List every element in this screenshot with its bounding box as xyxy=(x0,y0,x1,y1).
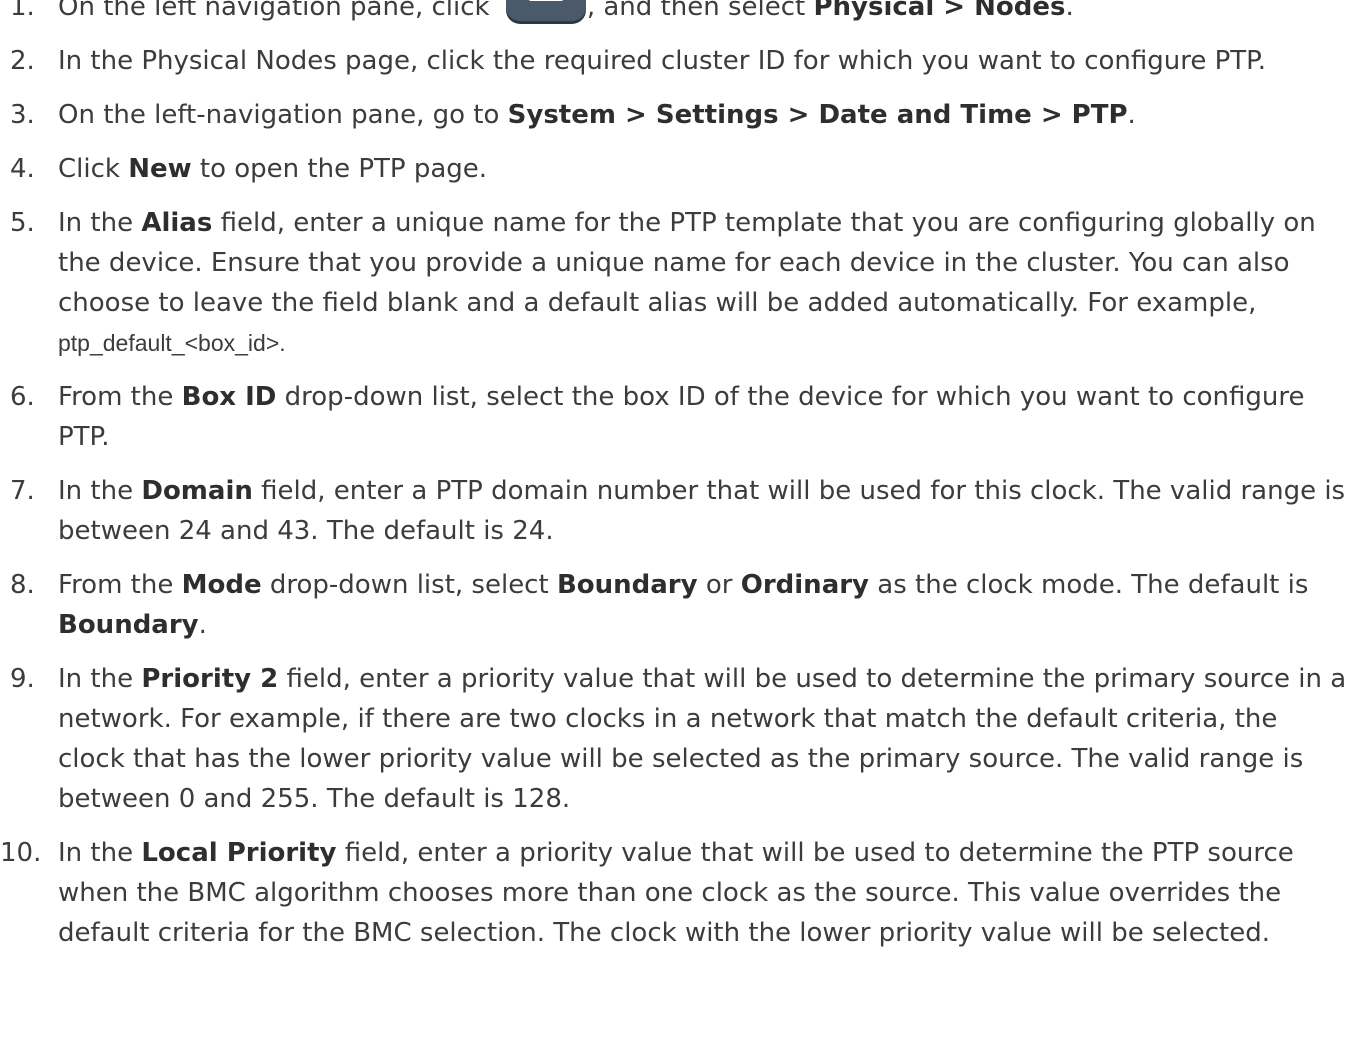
step-number: 8. xyxy=(10,570,35,600)
step-text: Click xyxy=(58,154,129,184)
step-10: 10. In the Local Priority field, enter a… xyxy=(0,833,1357,953)
step-number: 9. xyxy=(10,664,35,694)
ui-path: Physical > Nodes xyxy=(813,0,1066,22)
step-1: 1. On the left navigation pane, click , … xyxy=(0,0,1357,27)
step-8: 8. From the Mode drop-down list, select … xyxy=(0,565,1357,645)
step-text: to open the PTP page. xyxy=(191,154,488,184)
step-text: field, enter a unique name for the PTP t… xyxy=(58,208,1316,318)
step-5: 5. In the Alias field, enter a unique na… xyxy=(0,203,1357,363)
example-value: ptp_default_<box_id>. xyxy=(58,330,286,356)
icon-glyph xyxy=(527,0,564,1)
ui-field-name: Mode xyxy=(181,570,262,600)
ui-field-name: Alias xyxy=(141,208,213,238)
step-text: In the Physical Nodes page, click the re… xyxy=(58,46,1267,76)
step-text: In the xyxy=(58,838,142,868)
step-text: In the xyxy=(58,476,142,506)
step-number: 6. xyxy=(10,382,35,412)
ui-field-name: Box ID xyxy=(181,382,277,412)
option-name: Boundary xyxy=(556,570,698,600)
step-number: 7. xyxy=(10,476,35,506)
step-number: 2. xyxy=(10,46,35,76)
step-4: 4. Click New to open the PTP page. xyxy=(0,149,1357,189)
option-name: Ordinary xyxy=(740,570,870,600)
step-number: 3. xyxy=(10,100,35,130)
icon-tile xyxy=(505,0,586,21)
step-text: . xyxy=(1127,100,1136,130)
step-text: or xyxy=(697,570,741,600)
ui-path: System > Settings > Date and Time > PTP xyxy=(507,100,1128,130)
step-text: On the left-navigation pane, go to xyxy=(58,100,508,130)
step-text: On the left navigation pane, click xyxy=(58,0,498,22)
option-name: Boundary xyxy=(58,610,199,640)
step-3: 3. On the left-navigation pane, go to Sy… xyxy=(0,95,1357,135)
step-number: 5. xyxy=(10,208,35,238)
step-text: , and then select xyxy=(586,0,814,22)
step-text: In the xyxy=(58,664,142,694)
step-text: as the clock mode. The default is xyxy=(869,570,1309,600)
step-text: . xyxy=(198,610,207,640)
step-text: drop-down list, select xyxy=(261,570,557,600)
step-text: . xyxy=(1065,0,1074,22)
step-text: From the xyxy=(58,570,182,600)
procedure-steps: 1. On the left navigation pane, click , … xyxy=(0,0,1357,967)
step-number: 1. xyxy=(10,0,35,22)
step-number: 10. xyxy=(0,838,42,868)
ui-button-name: New xyxy=(128,154,192,184)
step-7: 7. In the Domain field, enter a PTP doma… xyxy=(0,471,1357,551)
step-2: 2. In the Physical Nodes page, click the… xyxy=(0,41,1357,81)
ui-field-name: Domain xyxy=(141,476,253,506)
step-6: 6. From the Box ID drop-down list, selec… xyxy=(0,377,1357,457)
system-menu-icon xyxy=(505,0,586,27)
step-text: In the xyxy=(58,208,142,238)
step-number: 4. xyxy=(10,154,35,184)
step-text: From the xyxy=(58,382,182,412)
ui-field-name: Local Priority xyxy=(141,838,337,868)
step-9: 9. In the Priority 2 field, enter a prio… xyxy=(0,659,1357,819)
ui-field-name: Priority 2 xyxy=(141,664,279,694)
